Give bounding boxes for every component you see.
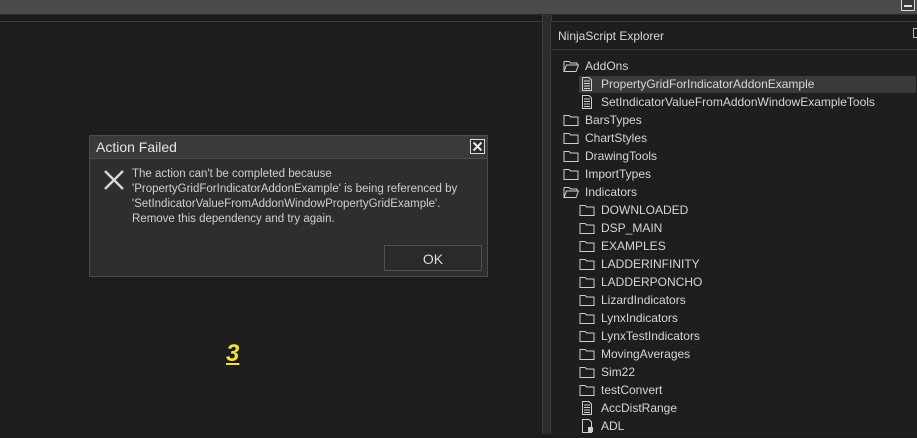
folder-open-icon — [563, 59, 580, 73]
folder-icon — [579, 275, 595, 289]
file-icon — [579, 77, 595, 91]
folder-icon — [563, 149, 579, 163]
tree-item[interactable]: AccDistRange — [579, 400, 916, 417]
tree-item[interactable]: ImportTypes — [563, 166, 916, 183]
action-failed-dialog: Action Failed The action can't be comple… — [89, 135, 488, 277]
folder-icon — [563, 113, 579, 127]
message-line: Remove this dependency and try again. — [132, 213, 335, 225]
pin-icon[interactable] — [913, 28, 917, 38]
folder-icon — [579, 383, 595, 397]
ninjascript-explorer-panel: NinjaScript Explorer AddOns PropertyGridF… — [550, 21, 917, 435]
error-x-icon — [102, 168, 126, 192]
tree-item[interactable]: Sim22 — [579, 364, 916, 381]
ok-button[interactable]: OK — [384, 245, 482, 271]
tree-item[interactable]: SetIndicatorValueFromAddonWindowExampleT… — [579, 94, 916, 111]
folder-icon — [579, 347, 595, 361]
file-icon — [579, 401, 595, 415]
tree-item-label: Indicators — [585, 185, 638, 199]
folder-icon — [563, 131, 579, 145]
dialog-title: Action Failed — [96, 139, 177, 155]
tree-item-label: DSP_MAIN — [601, 221, 663, 235]
tree-item[interactable]: ChartStyles — [563, 130, 916, 147]
folder-icon — [579, 365, 595, 379]
tree-item[interactable]: Indicators — [563, 184, 916, 201]
explorer-title: NinjaScript Explorer — [558, 29, 665, 43]
tree-item-label: ChartStyles — [585, 131, 648, 145]
tree-item-label: Sim22 — [601, 365, 636, 379]
minimize-icon[interactable] — [901, 0, 915, 11]
file-icon — [579, 95, 595, 109]
folder-icon — [579, 221, 595, 235]
tree-item-label: AddOns — [585, 59, 629, 73]
folder-icon — [579, 239, 595, 253]
tree-item-label: LizardIndicators — [601, 293, 686, 307]
folder-icon — [579, 329, 595, 343]
tree-item-label: PropertyGridForIndicatorAddonExample — [601, 77, 815, 91]
tree-item-label: ImportTypes — [585, 167, 652, 181]
tree-item[interactable]: LynxTestIndicators — [579, 328, 916, 345]
tree-item-label: DOWNLOADED — [601, 203, 689, 217]
tree-item-label: AccDistRange — [601, 401, 678, 415]
tree-item[interactable]: BarsTypes — [563, 112, 916, 129]
folder-icon — [579, 203, 595, 217]
divider — [551, 49, 917, 50]
tree-item[interactable]: MovingAverages — [579, 346, 916, 363]
tree-item[interactable]: AddOns — [563, 58, 916, 75]
tree-item[interactable]: LynxIndicators — [579, 310, 916, 327]
folder-icon — [563, 167, 579, 181]
tree-item-label: DrawingTools — [585, 149, 658, 163]
window-title-bar — [0, 0, 917, 15]
tree-item[interactable]: DOWNLOADED — [579, 202, 916, 219]
tree-item[interactable]: LizardIndicators — [579, 292, 916, 309]
tree-item-label: LynxTestIndicators — [601, 329, 700, 343]
tree-item-label: ADL — [601, 419, 625, 433]
tree-item-label: SetIndicatorValueFromAddonWindowExampleT… — [601, 95, 875, 109]
tree-item[interactable]: DSP_MAIN — [579, 220, 916, 237]
tree-item[interactable]: PropertyGridForIndicatorAddonExample — [579, 76, 916, 93]
tree-item-label: LynxIndicators — [601, 311, 678, 325]
folder-icon — [579, 311, 595, 325]
tree-item[interactable]: LADDERINFINITY — [579, 256, 916, 273]
tree-item-label: testConvert — [601, 383, 663, 397]
tree-item[interactable]: ADL — [579, 418, 916, 435]
tree-item-label: LADDERINFINITY — [601, 257, 700, 271]
folder-icon — [579, 293, 595, 307]
folder-icon — [579, 257, 595, 271]
tree-item[interactable]: EXAMPLES — [579, 238, 916, 255]
locked-file-icon — [579, 419, 595, 433]
dialog-title-bar: Action Failed — [90, 136, 487, 159]
tree-item-label: MovingAverages — [601, 347, 691, 361]
close-icon[interactable] — [470, 139, 485, 154]
tree-item[interactable]: testConvert — [579, 382, 916, 399]
annotation-number: 3 — [226, 340, 240, 367]
tree-item-label: EXAMPLES — [601, 239, 666, 253]
tree-item[interactable]: LADDERPONCHO — [579, 274, 916, 291]
tree-item-label: LADDERPONCHO — [601, 275, 703, 289]
dialog-message: The action can't be completed because 'P… — [132, 167, 482, 227]
message-line: The action can't be completed because — [132, 168, 332, 180]
tree-item[interactable]: DrawingTools — [563, 148, 916, 165]
tree-item-label: BarsTypes — [585, 113, 642, 127]
message-line: 'SetIndicatorValueFromAddonWindowPropert… — [132, 198, 441, 210]
message-line: 'PropertyGridForIndicatorAddonExample' i… — [132, 183, 458, 195]
folder-open-icon — [563, 185, 580, 199]
